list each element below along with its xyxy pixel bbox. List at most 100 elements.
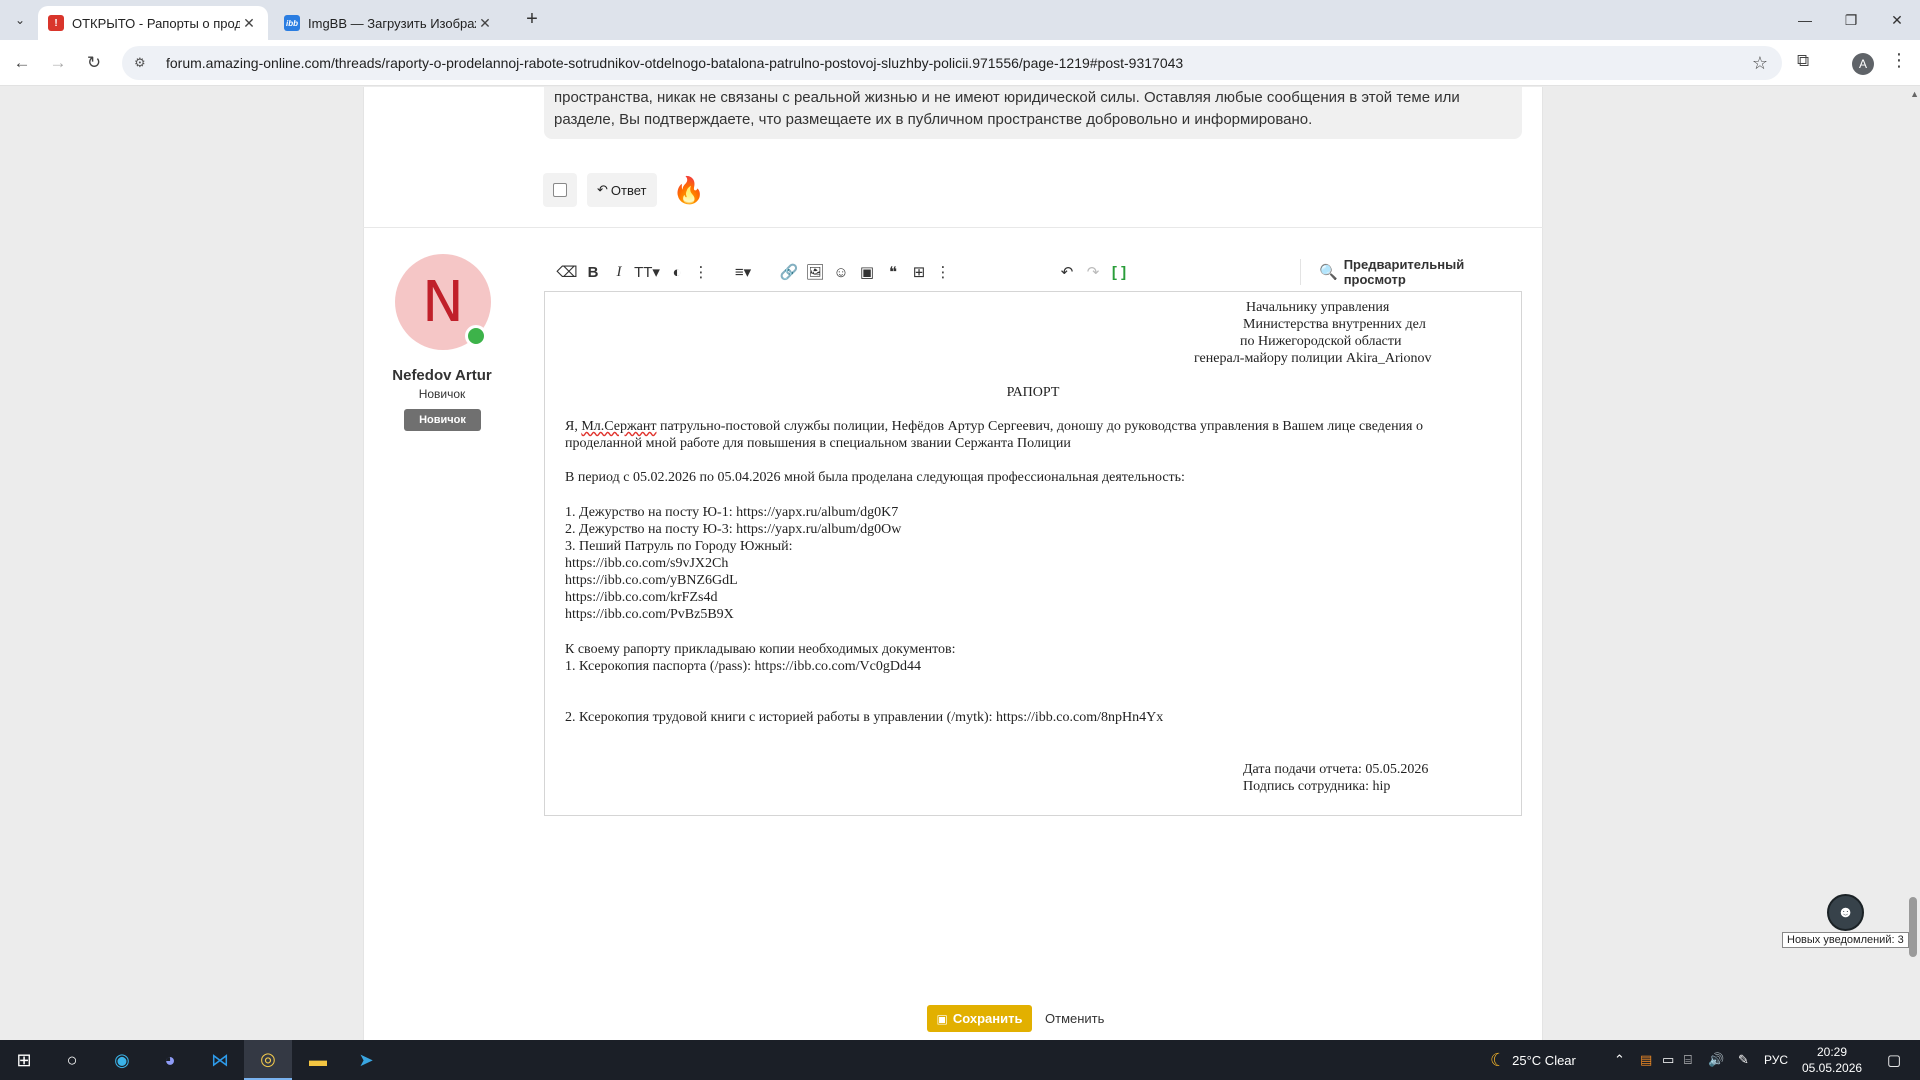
user-banner: Новичок bbox=[404, 409, 481, 431]
window-close-icon[interactable]: ✕ bbox=[1874, 0, 1920, 40]
scroll-up-icon[interactable]: ▲ bbox=[1910, 89, 1919, 99]
editor-line: В период с 05.02.2026 по 05.04.2026 мной… bbox=[565, 470, 1185, 485]
editor-line: 1. Ксерокопия паспорта (/pass): https://… bbox=[565, 659, 921, 674]
forward-arrow-icon[interactable]: → bbox=[46, 51, 70, 75]
tab-imgbb[interactable]: ibb ImgBB — Загрузить Изображение ✕ bbox=[274, 6, 504, 40]
forum-favicon-icon: ! bbox=[48, 15, 64, 31]
page-viewport: пространства, никак не связаны с реально… bbox=[0, 87, 1920, 1040]
search-circle-icon[interactable]: ○ bbox=[48, 1040, 96, 1080]
clock-date: 05.05.2026 bbox=[1802, 1061, 1863, 1075]
windows-taskbar: ⊞ ○ ◉ ◕ ⋈ ◎ ▬ ➤ ☾ 25°C Clear ⌃ ▤ ▭ ⌸ 🔊 ✎… bbox=[0, 1040, 1920, 1080]
fire-reaction-icon[interactable]: 🔥 bbox=[673, 175, 705, 206]
smiley-icon[interactable]: ☺ bbox=[830, 261, 852, 283]
pen-icon[interactable]: ✎ bbox=[1738, 1040, 1749, 1080]
telegram-icon[interactable]: ➤ bbox=[342, 1040, 390, 1080]
weather-widget[interactable]: ☾ 25°C Clear bbox=[1490, 1040, 1576, 1080]
bbcode-toggle-icon[interactable]: [ ] bbox=[1108, 261, 1130, 283]
tab-forum[interactable]: ! ОТКРЫТО - Рапорты о проделанной работе… bbox=[38, 6, 268, 40]
username[interactable]: Nefedov Artur bbox=[363, 367, 521, 384]
notice-line: пространства, никак не связаны с реально… bbox=[554, 89, 1460, 106]
imgbb-favicon-icon: ibb bbox=[284, 15, 300, 31]
eraser-icon[interactable]: ⌫ bbox=[556, 261, 578, 283]
editor-line: Подпись сотрудника: hip bbox=[1243, 779, 1391, 794]
action-center-icon[interactable]: ▢ bbox=[1874, 1040, 1914, 1080]
profile-avatar[interactable]: A bbox=[1852, 53, 1874, 75]
bookmark-star-icon[interactable]: ☆ bbox=[1752, 53, 1768, 74]
reply-button[interactable]: ↶ Ответ bbox=[587, 173, 657, 207]
post-actions: ↶ Ответ 🔥 bbox=[543, 173, 705, 207]
moon-icon: ☾ bbox=[1490, 1049, 1507, 1070]
back-arrow-icon[interactable]: ← bbox=[10, 51, 34, 75]
site-info-icon[interactable]: ⚙ bbox=[134, 55, 156, 71]
editor-line: 2. Ксерокопия трудовой книги с историей … bbox=[565, 710, 1164, 725]
editor-line: генерал-майору полиции Akira_Arionov bbox=[1194, 351, 1432, 366]
italic-icon[interactable]: I bbox=[608, 261, 630, 283]
clock-time: 20:29 bbox=[1816, 1045, 1848, 1059]
editor-text: патрульно-постовой службы полиции, Нефёд… bbox=[656, 419, 1423, 434]
post-divider bbox=[363, 227, 1543, 228]
thread-notice: пространства, никак не связаны с реально… bbox=[544, 87, 1522, 139]
browser-menu-icon[interactable]: ⋮ bbox=[1890, 50, 1908, 71]
url-text: forum.amazing-online.com/threads/raporty… bbox=[166, 55, 1184, 71]
tab-search-chevron-icon[interactable]: ⌄ bbox=[8, 8, 32, 32]
quote-icon[interactable]: ❝ bbox=[882, 261, 904, 283]
notification-bubble-icon[interactable]: ☻ bbox=[1827, 894, 1864, 931]
link-icon[interactable]: 🔗 bbox=[778, 261, 800, 283]
editor-link: https://ibb.co.com/PvBz5B9X bbox=[565, 607, 734, 622]
minimize-icon[interactable]: — bbox=[1782, 0, 1828, 40]
save-label: Сохранить bbox=[952, 1011, 1023, 1026]
preview-button[interactable]: 🔍 Предварительный просмотр bbox=[1300, 257, 1522, 287]
tray-app-icon[interactable]: ▤ bbox=[1640, 1040, 1652, 1080]
palette-icon[interactable]: ◐ bbox=[666, 261, 688, 283]
browser-tab-strip: ⌄ ! ОТКРЫТО - Рапорты о проделанной рабо… bbox=[0, 0, 1920, 40]
save-button[interactable]: ▣ Сохранить bbox=[927, 1005, 1032, 1032]
redo-icon[interactable]: ↷ bbox=[1082, 261, 1104, 283]
new-tab-plus-icon[interactable]: + bbox=[520, 8, 544, 32]
tab-title: ImgBB — Загрузить Изображение bbox=[308, 15, 476, 31]
page-scrollbar[interactable]: ▲ bbox=[1906, 87, 1920, 1040]
discord-icon[interactable]: ◕ bbox=[146, 1040, 194, 1080]
file-explorer-icon[interactable]: ▬ bbox=[294, 1040, 342, 1080]
tray-chevron-icon[interactable]: ⌃ bbox=[1614, 1040, 1625, 1080]
chrome-icon[interactable]: ◎ bbox=[244, 1040, 292, 1080]
image-icon[interactable]: 🖼 bbox=[804, 261, 826, 283]
reply-label: Ответ bbox=[610, 182, 647, 198]
misspelled-word: Мл.Сержант bbox=[581, 419, 657, 434]
clock[interactable]: 20:29 05.05.2026 bbox=[1802, 1044, 1862, 1076]
notification-tooltip: Новых уведомлений: 3 bbox=[1782, 932, 1909, 948]
select-post-checkbox[interactable] bbox=[543, 173, 577, 207]
notice-line: разделе, Вы подтверждаете, что размещает… bbox=[554, 111, 1313, 128]
edge-icon[interactable]: ◉ bbox=[98, 1040, 146, 1080]
tray-monitor-icon[interactable]: ▭ bbox=[1662, 1040, 1674, 1080]
editor-heading: РАПОРТ bbox=[1006, 385, 1060, 400]
user-title: Новичок bbox=[418, 387, 466, 401]
bold-icon[interactable]: B bbox=[582, 261, 604, 283]
editor-text: Я, bbox=[565, 419, 582, 434]
reload-icon[interactable]: ↻ bbox=[82, 51, 106, 75]
cancel-button[interactable]: Отменить bbox=[1045, 1005, 1104, 1032]
font-size-icon[interactable]: TT▾ bbox=[632, 261, 662, 283]
more-insert-icon[interactable]: ⋮ bbox=[932, 261, 954, 283]
editor-body[interactable]: Начальнику управления Министерства внутр… bbox=[544, 291, 1522, 816]
restore-icon[interactable]: ❐ bbox=[1828, 0, 1874, 40]
start-windows-icon[interactable]: ⊞ bbox=[0, 1040, 48, 1080]
tab-close-icon[interactable]: ✕ bbox=[476, 15, 494, 32]
weather-text: 25°C Clear bbox=[1512, 1052, 1576, 1068]
scroll-thumb[interactable] bbox=[1909, 897, 1917, 957]
vscode-icon[interactable]: ⋈ bbox=[196, 1040, 244, 1080]
extensions-puzzle-icon[interactable]: ⧉ bbox=[1797, 51, 1809, 71]
more-options-icon[interactable]: ⋮ bbox=[690, 261, 712, 283]
address-bar[interactable]: ⚙ forum.amazing-online.com/threads/rapor… bbox=[122, 46, 1782, 80]
tab-close-icon[interactable]: ✕ bbox=[240, 15, 258, 32]
undo-icon[interactable]: ↶ bbox=[1056, 261, 1078, 283]
online-status-icon bbox=[465, 325, 487, 347]
editor-toolbar: ⌫ B I TT▾ ◐ ⋮ ≡▾ 🔗 🖼 ☺ ▣ ❝ ⊞ ⋮ ↶ ↷ [ ] 🔍… bbox=[544, 247, 1522, 295]
volume-icon[interactable]: 🔊 bbox=[1708, 1040, 1724, 1080]
media-icon[interactable]: ▣ bbox=[856, 261, 878, 283]
table-icon[interactable]: ⊞ bbox=[908, 261, 930, 283]
browser-toolbar: ← → ↻ ⚙ forum.amazing-online.com/threads… bbox=[0, 40, 1920, 86]
network-icon[interactable]: ⌸ bbox=[1684, 1040, 1692, 1080]
language-indicator[interactable]: РУС bbox=[1764, 1040, 1788, 1080]
align-icon[interactable]: ≡▾ bbox=[728, 261, 758, 283]
reply-icon: ↶ bbox=[597, 182, 608, 197]
